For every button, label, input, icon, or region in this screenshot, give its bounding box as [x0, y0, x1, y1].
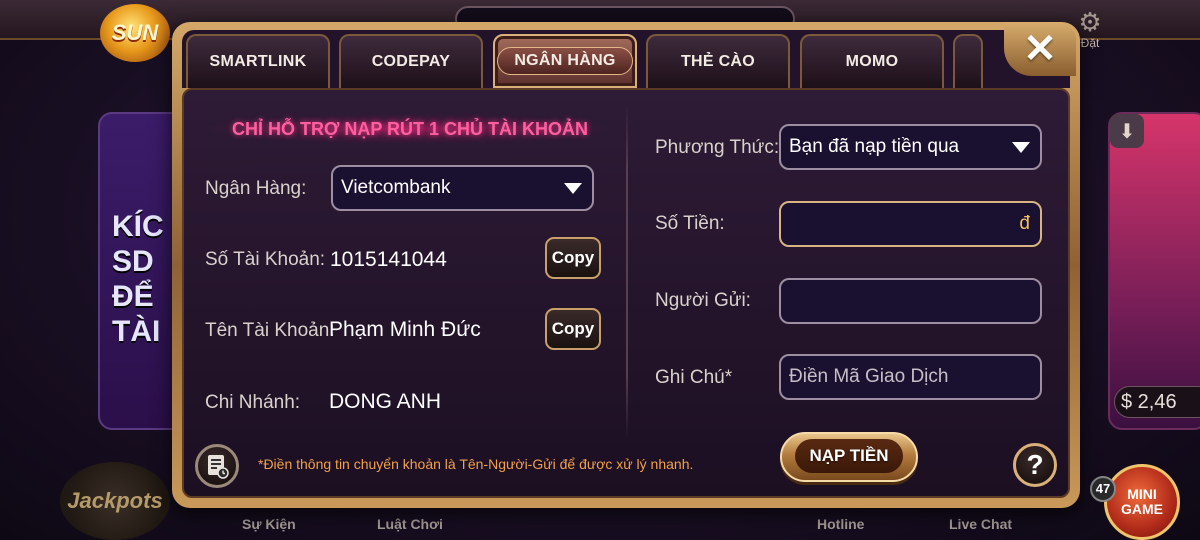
close-button[interactable]: ✕	[1004, 22, 1076, 76]
bank-select-value: Vietcombank	[341, 177, 451, 198]
account-number-label: Số Tài Khoản:	[205, 249, 326, 270]
game-card-balance: $ 2,46	[1114, 386, 1200, 418]
copy-account-name-button[interactable]: Copy	[545, 308, 601, 350]
settings-label: Đặt	[1080, 36, 1100, 50]
minigame-badge: 47	[1090, 476, 1116, 502]
sender-label: Người Gửi:	[655, 290, 751, 311]
branch-label: Chi Nhánh:	[205, 392, 301, 413]
account-name-value: Phạm Minh Đức	[329, 318, 481, 341]
copy-account-number-button[interactable]: Copy	[545, 237, 601, 279]
method-select[interactable]: Bạn đã nạp tiền qua	[779, 124, 1042, 170]
note-input-placeholder: Điền Mã Giao Dịch	[789, 366, 949, 387]
account-number-value: 1015141044	[330, 248, 447, 271]
game-logo: SUN	[100, 4, 170, 62]
tab-smartlink[interactable]: SMARTLINK	[186, 34, 330, 88]
currency-unit: đ	[1019, 213, 1030, 234]
tab-label: MOMO	[845, 53, 899, 70]
tab-more[interactable]	[953, 34, 983, 88]
jackpots-button[interactable]: Jackpots	[60, 462, 170, 540]
note-input[interactable]: Điền Mã Giao Dịch	[779, 354, 1042, 400]
minigame-button[interactable]: MINI GAME	[1104, 464, 1180, 540]
logo-text: SUN	[111, 20, 159, 45]
deposit-submit-label: NẠP TIỀN	[795, 439, 903, 473]
jackpots-label: Jackpots	[67, 488, 163, 513]
column-divider	[626, 104, 628, 440]
tab-label: THẺ CÀO	[680, 53, 756, 70]
game-card-right[interactable]	[1108, 112, 1200, 430]
tab-label: NGÂN HÀNG	[497, 47, 633, 75]
help-button[interactable]: ?	[1013, 443, 1057, 487]
promo-card-text: KÍC SD ĐỂ TÀI	[112, 210, 164, 348]
method-label: Phương Thức:	[655, 137, 780, 158]
nav-luat-choi[interactable]: Luật Chơi	[377, 516, 443, 532]
nav-live-chat[interactable]: Live Chat	[949, 516, 1012, 532]
amount-input[interactable]: đ	[779, 201, 1042, 247]
method-select-value: Bạn đã nạp tiền qua	[789, 136, 960, 157]
chevron-down-icon	[1012, 142, 1030, 153]
account-name-label: Tên Tài Khoản:	[205, 320, 335, 341]
tab-codepay[interactable]: CODEPAY	[339, 34, 483, 88]
deposit-submit-button[interactable]: NẠP TIỀN	[780, 432, 918, 482]
tab-momo[interactable]: MOMO	[800, 34, 944, 88]
tab-label: CODEPAY	[371, 53, 451, 70]
nav-hotline[interactable]: Hotline	[817, 516, 864, 532]
bottom-nav: Sự Kiện Luật Chơi Hotline Live Chat	[180, 510, 1060, 540]
branch-value: DONG ANH	[329, 390, 442, 413]
download-icon[interactable]: ⬇	[1110, 114, 1144, 148]
notice-banner: CHỈ HỖ TRỢ NẠP RÚT 1 CHỦ TÀI KHOẢN	[210, 114, 610, 144]
tab-the-cao[interactable]: THẺ CÀO	[646, 34, 790, 88]
help-icon: ?	[1026, 449, 1044, 480]
sender-input[interactable]	[779, 278, 1042, 324]
close-icon: ✕	[1023, 27, 1057, 71]
nav-su-kien[interactable]: Sự Kiện	[242, 516, 296, 532]
chevron-down-icon	[564, 183, 582, 194]
minigame-label: MINI GAME	[1121, 486, 1163, 517]
note-label: Ghi Chú*	[655, 367, 733, 388]
history-button[interactable]	[195, 444, 239, 488]
bank-label: Ngân Hàng:	[205, 178, 307, 199]
tab-label: SMARTLINK	[209, 53, 307, 70]
bank-select[interactable]: Vietcombank	[331, 165, 594, 211]
amount-label: Số Tiền:	[655, 213, 725, 234]
history-icon	[208, 455, 229, 479]
tab-ngan-hang[interactable]: NGÂN HÀNG	[493, 34, 637, 88]
footnote-text: *Điền thông tin chuyển khoản là Tên-Ngườ…	[258, 456, 694, 472]
